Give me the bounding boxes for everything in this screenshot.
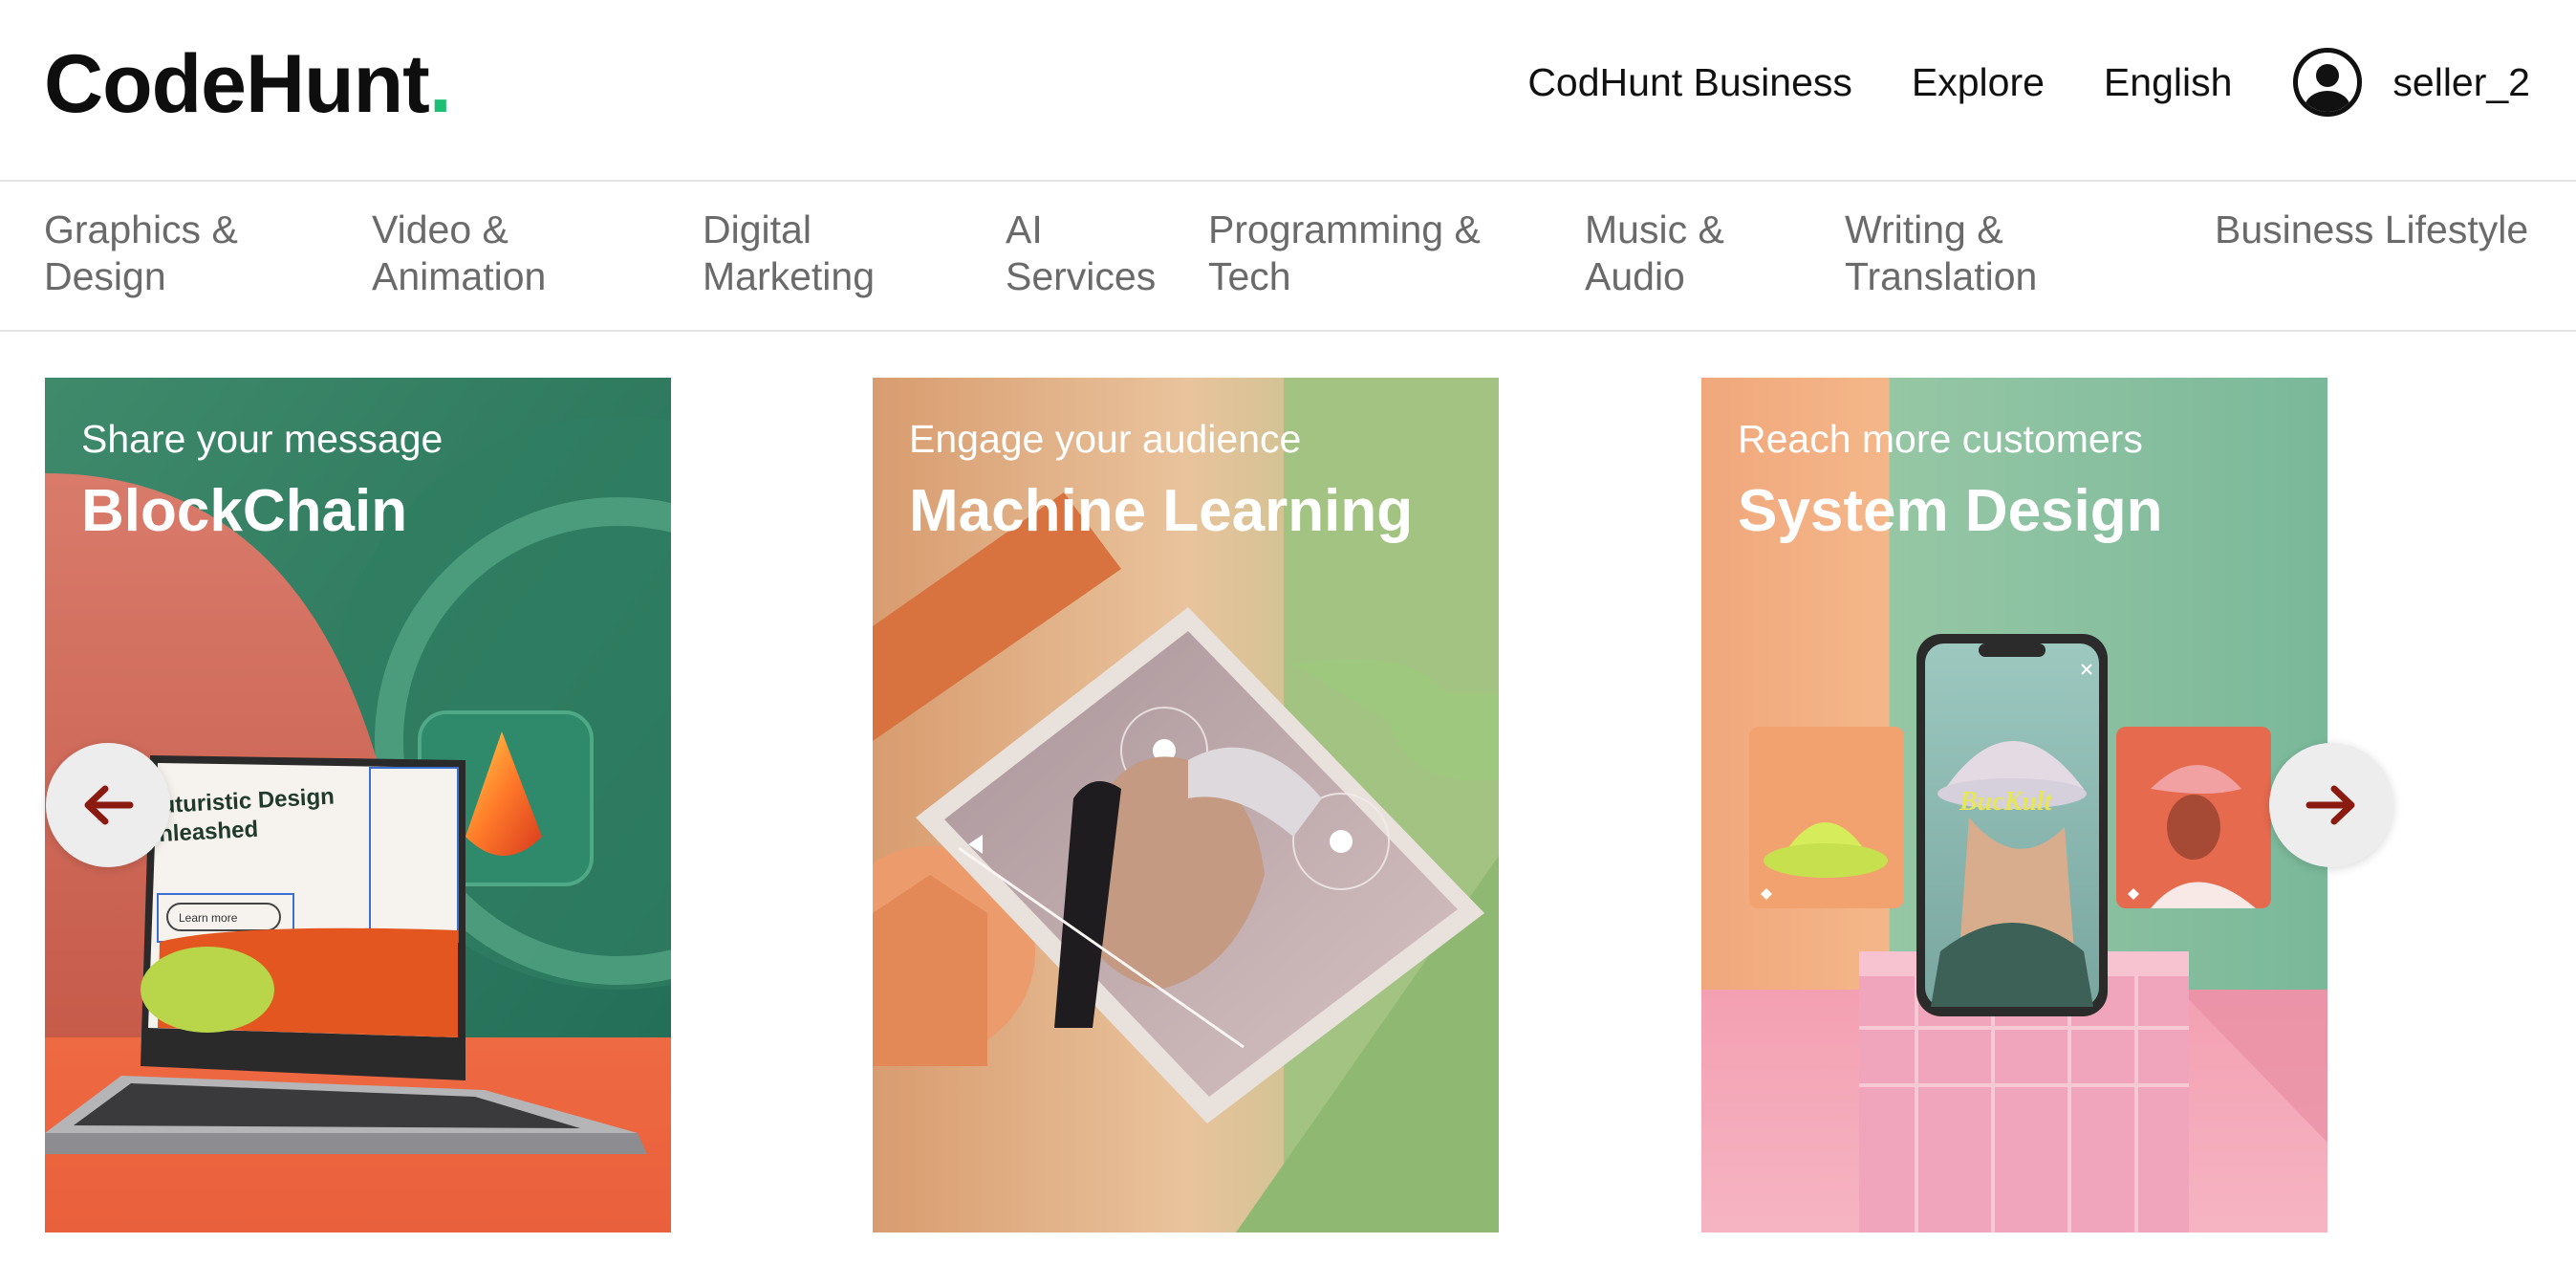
- category-digital-marketing[interactable]: Digital Marketing: [703, 207, 875, 300]
- logo-text: CodeHunt: [44, 38, 430, 130]
- category-nav: Graphics & Design Video & Animation Digi…: [0, 182, 2576, 332]
- logo-dot: .: [428, 38, 452, 130]
- machine-learning-card-text: Engage your audience Machine Learning: [909, 416, 1413, 548]
- category-business-lifestyle[interactable]: Business Lifestyle: [2215, 207, 2528, 253]
- top-header: CodeHunt. CodHunt Business Explore Engli…: [0, 0, 2576, 182]
- category-music-audio[interactable]: Music & Audio: [1585, 207, 1724, 300]
- nav-business-link[interactable]: CodHunt Business: [1527, 60, 1852, 105]
- category-programming-tech[interactable]: Programming & Tech: [1208, 207, 1481, 300]
- card-title: BlockChain: [81, 478, 408, 544]
- card-subtitle: Reach more customers: [1738, 417, 2143, 461]
- carousel-prev-button[interactable]: [46, 743, 170, 867]
- category-video-animation[interactable]: Video & Animation: [372, 207, 546, 300]
- blockchain-card-text: Share your message BlockChain: [81, 416, 443, 548]
- card-title: System Design: [1738, 478, 2163, 544]
- phone-hat-logo: BucKult: [1959, 787, 2053, 817]
- carousel-card-machine-learning[interactable]: Engage your audience Machine Learning: [873, 378, 1499, 1232]
- card-subtitle: Engage your audience: [909, 417, 1302, 461]
- header-nav: CodHunt Business Explore English seller_…: [1527, 38, 2530, 126]
- service-carousel: uturistic Designnleashed Learn more Shar…: [0, 378, 2576, 1232]
- card-subtitle: Share your message: [81, 417, 444, 461]
- category-writing-translation[interactable]: Writing & Translation: [1845, 207, 2037, 300]
- card-title: Machine Learning: [909, 478, 1414, 544]
- nav-explore-link[interactable]: Explore: [1912, 60, 2045, 105]
- laptop-screen-button: Learn more: [179, 911, 238, 925]
- arrow-left-icon: [84, 785, 134, 825]
- nav-language-link[interactable]: English: [2104, 60, 2232, 105]
- system-design-card-text: Reach more customers System Design: [1738, 416, 2163, 548]
- category-graphics-design[interactable]: Graphics & Design: [44, 207, 238, 300]
- carousel-card-system-design[interactable]: BucKult Reach more customers System Desi…: [1701, 378, 2327, 1232]
- user-menu[interactable]: seller_2: [2293, 48, 2530, 117]
- arrow-right-icon: [2305, 785, 2355, 825]
- category-ai-services[interactable]: AI Services: [1006, 207, 1156, 300]
- user-avatar-icon[interactable]: [2293, 48, 2363, 117]
- carousel-next-button[interactable]: [2269, 743, 2393, 867]
- username[interactable]: seller_2: [2392, 60, 2530, 105]
- logo[interactable]: CodeHunt.: [44, 36, 452, 132]
